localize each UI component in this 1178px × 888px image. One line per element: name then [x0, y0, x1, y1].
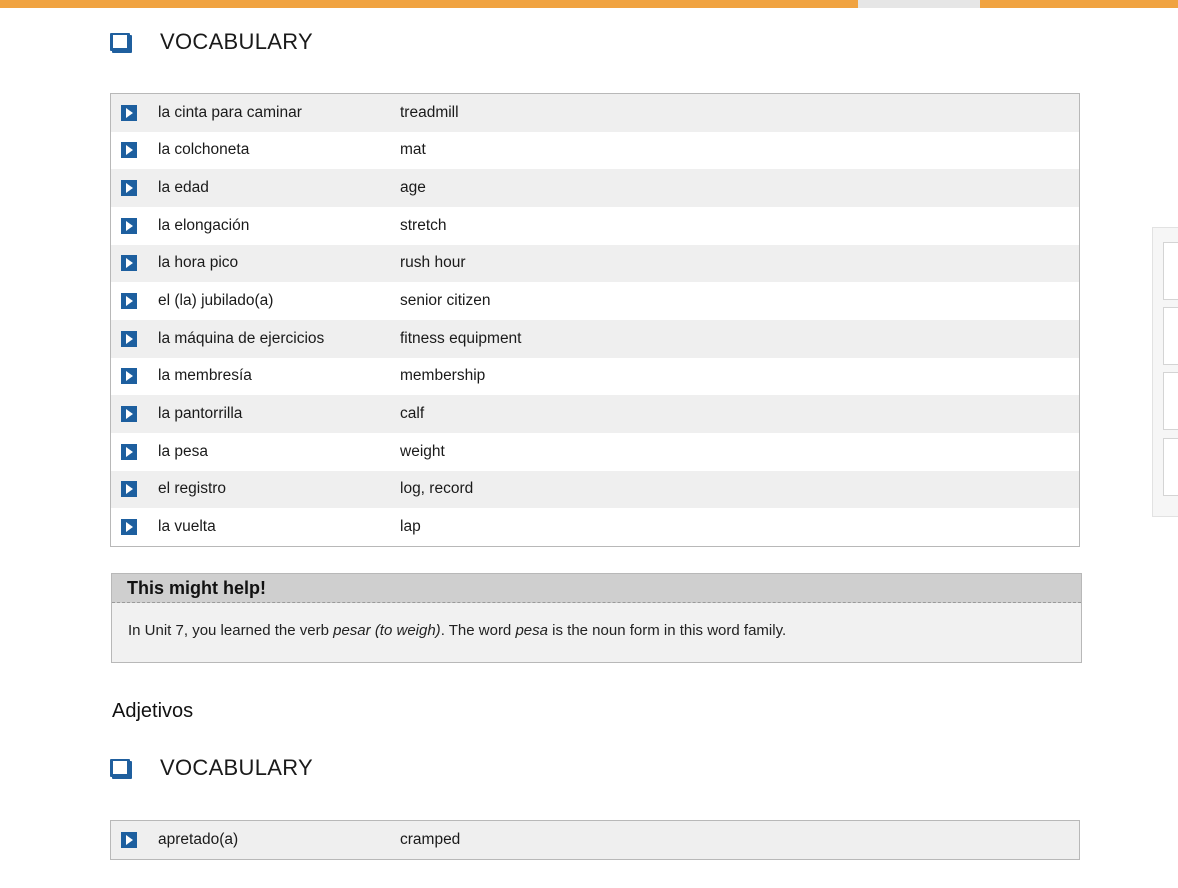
vocab-meaning: senior citizen [400, 292, 491, 310]
vocab-term: la vuelta [158, 518, 216, 536]
vocab-row: el registro log, record [111, 470, 1079, 509]
vocabulary-table: apretado(a) cramped [110, 820, 1080, 860]
play-icon[interactable] [121, 104, 137, 121]
vocab-row: la cinta para caminar treadmill [111, 94, 1079, 132]
vocabulary-title: VOCABULARY [160, 29, 313, 54]
side-toolbar-button[interactable] [1163, 307, 1178, 365]
vocabulary-table: la cinta para caminar treadmill la colch… [110, 93, 1080, 547]
book-icon [110, 759, 130, 777]
help-text-italic: pesar (to weigh) [333, 622, 441, 639]
vocab-term: la pesa [158, 442, 208, 460]
play-icon[interactable] [121, 443, 137, 460]
side-toolbar [1152, 227, 1178, 517]
vocab-meaning: cramped [400, 830, 461, 848]
vocab-row: la elongación stretch [111, 206, 1079, 245]
vocab-term: la edad [158, 179, 209, 197]
vocab-row: la vuelta lap [111, 508, 1079, 546]
help-box: This might help! In Unit 7, you learned … [111, 573, 1082, 663]
vocab-term: la elongación [158, 216, 250, 234]
vocab-term: apretado(a) [158, 830, 239, 848]
side-toolbar-button[interactable] [1163, 438, 1178, 496]
play-icon[interactable] [121, 519, 137, 536]
play-icon[interactable] [121, 831, 137, 848]
help-text-part: is the noun form in this word family. [547, 622, 787, 639]
vocab-meaning: lap [400, 518, 421, 536]
vocabulary-header: VOCABULARY [110, 755, 313, 781]
help-text-part: In Unit 7, you learned the verb [128, 622, 334, 639]
side-toolbar-button[interactable] [1163, 372, 1178, 430]
play-icon[interactable] [121, 481, 137, 498]
vocab-row: la pesa weight [111, 432, 1079, 471]
vocab-meaning: rush hour [400, 254, 466, 272]
vocab-term: la colchoneta [158, 141, 250, 159]
vocab-meaning: treadmill [400, 103, 459, 121]
help-text: In Unit 7, you learned the verb pesar (t… [112, 603, 1081, 639]
vocab-row: la membresía membership [111, 357, 1079, 396]
vocab-meaning: membership [400, 367, 486, 385]
play-icon[interactable] [121, 406, 137, 423]
vocab-row: apretado(a) cramped [111, 821, 1079, 859]
vocab-row: la máquina de ejercicios fitness equipme… [111, 319, 1079, 358]
vocab-term: el (la) jubilado(a) [158, 292, 274, 310]
vocab-term: la hora pico [158, 254, 239, 272]
section-heading: Adjetivos [112, 700, 194, 722]
vocab-meaning: weight [400, 442, 445, 460]
play-icon[interactable] [121, 180, 137, 197]
play-icon[interactable] [121, 255, 137, 272]
vocab-term: la pantorrilla [158, 405, 243, 423]
side-toolbar-button[interactable] [1163, 242, 1178, 300]
top-tab-indicator[interactable] [858, 0, 980, 8]
book-icon [110, 33, 130, 51]
vocab-term: la membresía [158, 367, 252, 385]
vocabulary-header: VOCABULARY [110, 29, 313, 55]
play-icon[interactable] [121, 142, 137, 159]
vocab-meaning: calf [400, 405, 425, 423]
top-accent-bar [0, 0, 1178, 8]
vocab-meaning: fitness equipment [400, 329, 522, 347]
vocab-meaning: log, record [400, 480, 474, 498]
vocab-row: la edad age [111, 169, 1079, 207]
vocab-meaning: mat [400, 141, 426, 159]
vocab-term: el registro [158, 480, 227, 498]
help-title: This might help! [112, 574, 1081, 603]
vocab-term: la cinta para caminar [158, 103, 302, 121]
vocab-term: la máquina de ejercicios [158, 329, 325, 347]
vocab-row: el (la) jubilado(a) senior citizen [111, 282, 1079, 320]
vocab-row: la hora pico rush hour [111, 244, 1079, 283]
vocabulary-title: VOCABULARY [160, 755, 313, 780]
play-icon[interactable] [121, 368, 137, 385]
play-icon[interactable] [121, 217, 137, 234]
vocab-meaning: stretch [400, 216, 447, 234]
help-text-italic: pesa [515, 622, 548, 639]
help-text-part: . The word [440, 622, 516, 639]
vocab-meaning: age [400, 179, 426, 197]
play-icon[interactable] [121, 293, 137, 310]
vocab-row: la pantorrilla calf [111, 395, 1079, 433]
vocab-row: la colchoneta mat [111, 131, 1079, 170]
play-icon[interactable] [121, 330, 137, 347]
